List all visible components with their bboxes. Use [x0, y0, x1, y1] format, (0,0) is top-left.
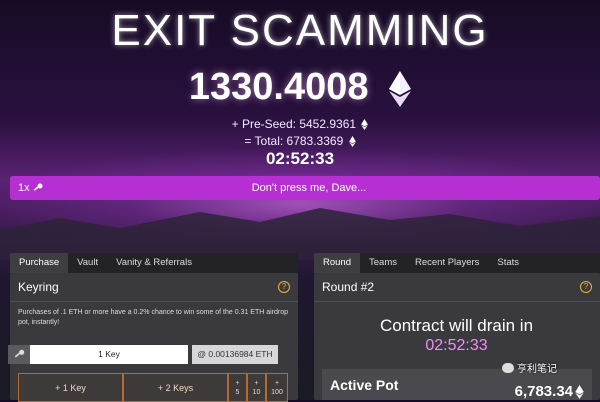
- preseed-text: + Pre-Seed: 5452.9361: [231, 117, 357, 131]
- buy-buttons-row: + 1 Key + 2 Keys + 5 + 10 + 100: [18, 373, 288, 402]
- round-title: Round #2: [322, 280, 375, 294]
- key-icon: [33, 183, 43, 191]
- round-tabbar: Round Teams Recent Players Stats: [314, 253, 600, 273]
- help-icon[interactable]: ?: [278, 281, 290, 293]
- pot-amount: 1330.4008: [188, 66, 369, 108]
- total-text: = Total: 6783.3369: [244, 134, 344, 148]
- ethereum-icon: [361, 119, 369, 131]
- add-10-button[interactable]: + 10: [247, 373, 266, 402]
- watermark: 亨利笔记: [502, 360, 557, 375]
- multiplier-label: 1x: [18, 182, 30, 194]
- amount-label: 100: [271, 388, 283, 396]
- tab-round[interactable]: Round: [314, 253, 360, 273]
- add-5-button[interactable]: + 5: [228, 373, 247, 402]
- ethereum-icon: [575, 384, 584, 399]
- ethereum-icon: [389, 70, 412, 107]
- drain-timer: 02:52:33: [425, 337, 488, 354]
- tab-stats[interactable]: Stats: [488, 253, 528, 273]
- key-price-display: @ 0.00136984 ETH: [192, 345, 278, 364]
- active-pot-label: Active Pot: [330, 376, 399, 393]
- tab-purchase[interactable]: Purchase: [10, 253, 69, 273]
- active-pot-value-group: 6,783.34: [515, 383, 584, 400]
- plus-label: +: [274, 379, 280, 387]
- tab-vault[interactable]: Vault: [68, 253, 107, 273]
- total-line: = Total: 6783.3369: [0, 134, 600, 148]
- add-1-key-button[interactable]: + 1 Key: [18, 373, 123, 402]
- pot-amount-row: 1330.4008: [0, 66, 600, 109]
- tab-vanity-referrals[interactable]: Vanity & Referrals: [107, 253, 201, 273]
- amount-label: 5: [235, 388, 240, 396]
- multiplier-group: 1x: [10, 182, 78, 194]
- add-100-button[interactable]: + 100: [266, 373, 288, 402]
- purchase-tabbar: Purchase Vault Vanity & Referrals: [10, 253, 298, 273]
- keyring-header: Keyring ?: [10, 273, 298, 302]
- plus-label: +: [235, 379, 240, 387]
- tab-teams[interactable]: Teams: [360, 253, 406, 273]
- add-2-keys-button[interactable]: + 2 Keys: [123, 373, 228, 402]
- active-pot-value: 6,783.34: [514, 383, 573, 400]
- dont-press-label: Don't press me, Dave...: [251, 182, 367, 194]
- wechat-icon: [502, 362, 514, 373]
- ethereum-icon: [348, 136, 356, 148]
- key-icon: [8, 345, 30, 364]
- preseed-line: + Pre-Seed: 5452.9361: [0, 117, 600, 131]
- page-title: EXIT SCAMMING: [111, 6, 489, 55]
- round-header: Round #2 ?: [314, 273, 600, 302]
- dont-press-button[interactable]: 1x Don't press me, Dave...: [10, 176, 600, 200]
- mountain-silhouette: [0, 208, 600, 260]
- countdown-timer: 02:52:33: [265, 149, 335, 168]
- tab-recent-players[interactable]: Recent Players: [406, 253, 488, 273]
- amount-label: 10: [252, 388, 261, 396]
- key-quantity-row: 1 Key @ 0.00136984 ETH: [8, 345, 278, 364]
- help-icon[interactable]: ?: [580, 281, 592, 293]
- keyring-title: Keyring: [18, 280, 59, 294]
- watermark-text: 亨利笔记: [517, 364, 557, 375]
- airdrop-promo-text: Purchases of .1 ETH or more have a 0.2% …: [18, 309, 289, 326]
- plus-label: +: [254, 379, 259, 387]
- drain-label: Contract will drain in: [379, 316, 534, 335]
- key-quantity-input[interactable]: 1 Key: [30, 345, 188, 364]
